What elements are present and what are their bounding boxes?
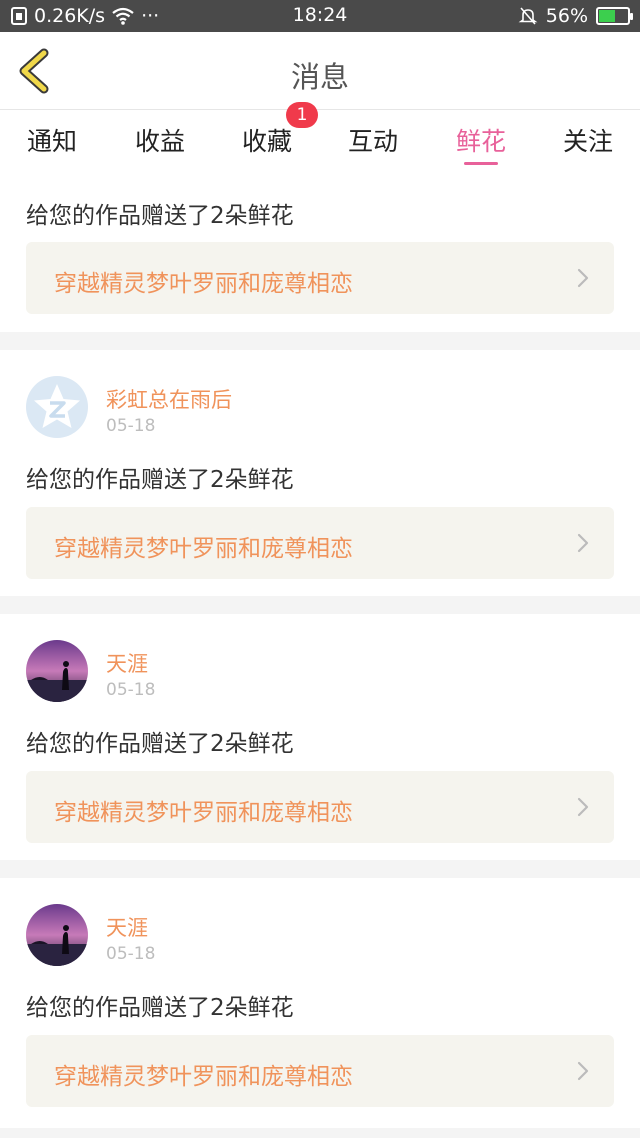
tab-bar: 通知 收益 收藏 互动 鲜花 关注 [0, 110, 640, 172]
sunset-avatar[interactable] [26, 640, 88, 702]
chevron-right-icon [577, 1061, 589, 1081]
battery-icon [596, 7, 633, 25]
tab-earnings[interactable]: 收益 [135, 122, 185, 158]
battery-percent: 56% [545, 5, 588, 27]
more-dots: ··· [141, 5, 160, 27]
tab-interactions[interactable]: 互动 [348, 122, 398, 158]
network-speed: 0.26K/s [34, 5, 106, 27]
chevron-right-icon [577, 533, 589, 553]
message-text: 给您的作品赠送了2朵鲜花 [26, 995, 294, 1021]
message-card: 天涯 05-18 给您的作品赠送了2朵鲜花 穿越精灵梦叶罗丽和庞尊相恋 [0, 878, 640, 1128]
message-date: 05-18 [106, 416, 156, 436]
username[interactable]: 天涯 [106, 648, 148, 678]
work-title: 穿越精灵梦叶罗丽和庞尊相恋 [54, 1064, 353, 1090]
tab-notifications[interactable]: 通知 [27, 122, 77, 158]
message-date: 05-18 [106, 680, 156, 700]
bell-muted-icon [518, 7, 538, 25]
work-link[interactable]: 穿越精灵梦叶罗丽和庞尊相恋 [26, 771, 614, 843]
tab-flowers[interactable]: 鲜花 [456, 122, 506, 158]
page-title: 消息 [290, 60, 349, 94]
work-title: 穿越精灵梦叶罗丽和庞尊相恋 [54, 800, 353, 826]
message-text: 给您的作品赠送了2朵鲜花 [26, 203, 294, 229]
active-tab-indicator [464, 162, 498, 165]
work-link[interactable]: 穿越精灵梦叶罗丽和庞尊相恋 [26, 242, 614, 314]
tab-favorites[interactable]: 收藏 [242, 122, 292, 158]
message-card: 给您的作品赠送了2朵鲜花 穿越精灵梦叶罗丽和庞尊相恋 [0, 172, 640, 332]
work-title: 穿越精灵梦叶罗丽和庞尊相恋 [54, 536, 353, 562]
header: 消息 [0, 32, 640, 110]
tab-following[interactable]: 关注 [563, 122, 613, 158]
message-card: 天涯 05-18 给您的作品赠送了2朵鲜花 穿越精灵梦叶罗丽和庞尊相恋 [0, 614, 640, 860]
sim-card-icon [11, 7, 27, 25]
username[interactable]: 彩虹总在雨后 [106, 384, 232, 414]
status-bar: 0.26K/s ··· 18:24 56% [0, 0, 640, 32]
message-date: 05-18 [106, 944, 156, 964]
wifi-icon [112, 7, 134, 25]
work-title: 穿越精灵梦叶罗丽和庞尊相恋 [54, 271, 353, 297]
work-link[interactable]: 穿越精灵梦叶罗丽和庞尊相恋 [26, 1035, 614, 1107]
message-card: 彩虹总在雨后 05-18 给您的作品赠送了2朵鲜花 穿越精灵梦叶罗丽和庞尊相恋 [0, 350, 640, 596]
work-link[interactable]: 穿越精灵梦叶罗丽和庞尊相恋 [26, 507, 614, 579]
favorites-badge: 1 [286, 102, 318, 128]
default-avatar-icon[interactable] [26, 376, 88, 438]
username[interactable]: 天涯 [106, 912, 148, 942]
chevron-right-icon [577, 268, 589, 288]
sunset-avatar[interactable] [26, 904, 88, 966]
chevron-right-icon [577, 797, 589, 817]
message-text: 给您的作品赠送了2朵鲜花 [26, 731, 294, 757]
message-text: 给您的作品赠送了2朵鲜花 [26, 467, 294, 493]
